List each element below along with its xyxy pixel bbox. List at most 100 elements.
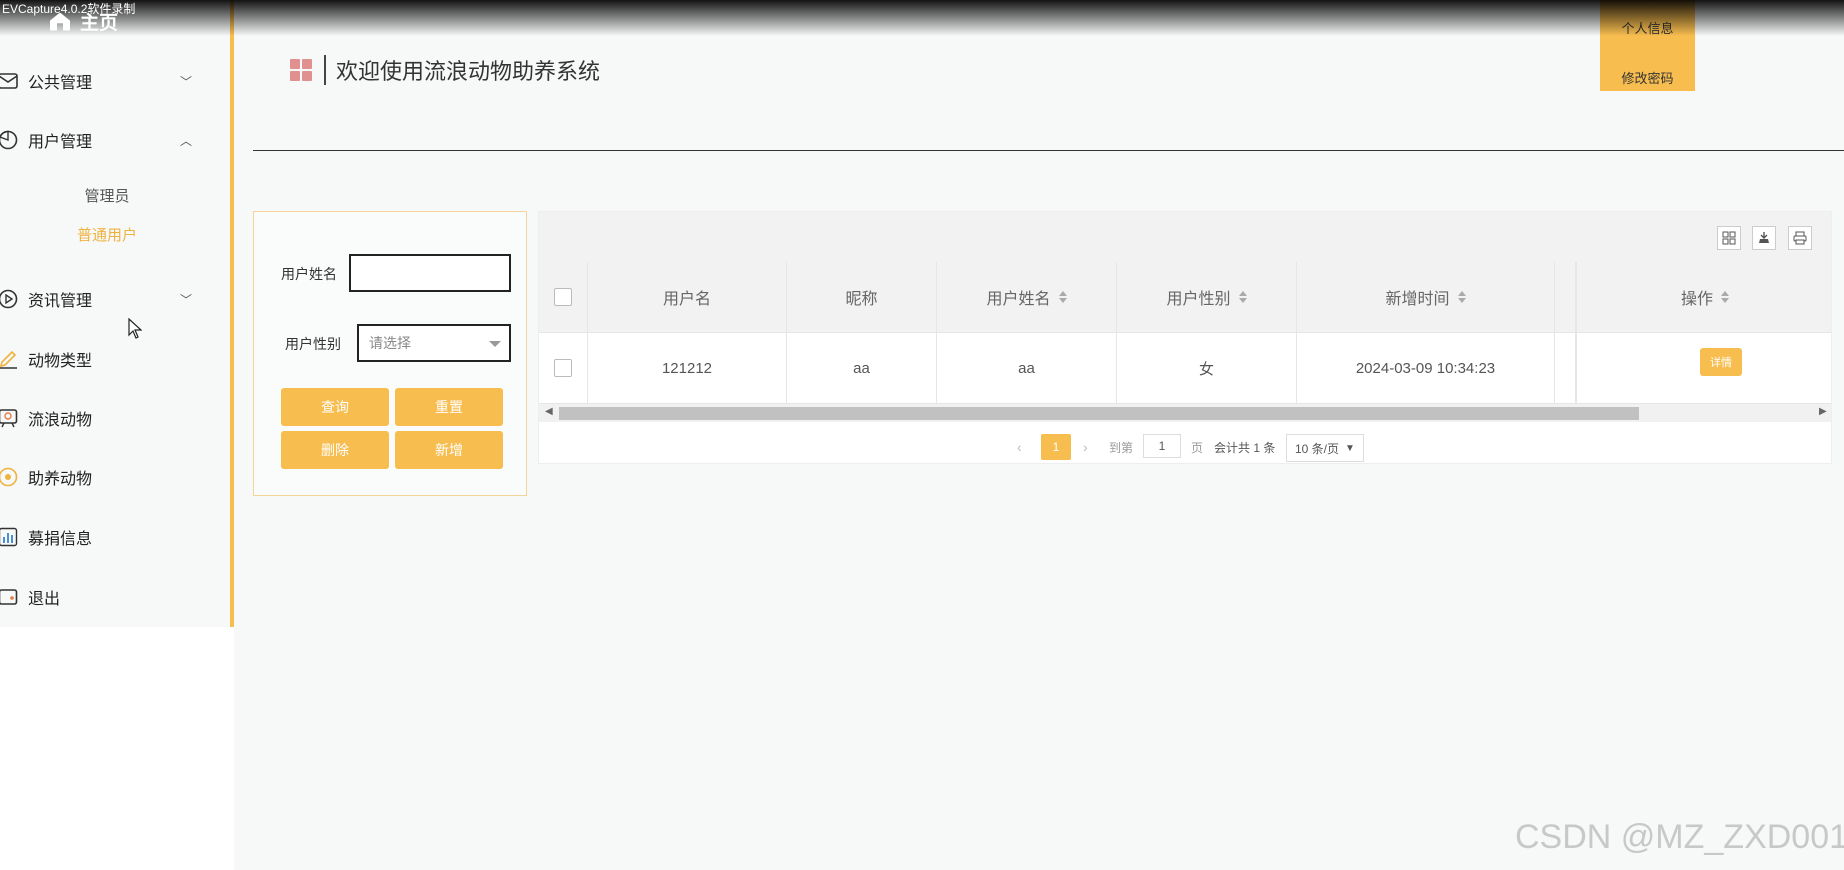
column-header-gender[interactable]: 用户性别 <box>1117 262 1297 332</box>
delete-button[interactable]: 删除 <box>281 431 389 469</box>
reset-button[interactable]: 重置 <box>395 388 503 426</box>
grid-icon <box>290 59 312 81</box>
sidebar-item-news[interactable]: 资讯管理 ﹀ <box>0 284 210 314</box>
query-button[interactable]: 查询 <box>281 388 389 426</box>
table-header-row: 用户名 昵称 用户姓名 用户性别 新增时间 操作 <box>539 262 1831 333</box>
header-divider <box>253 150 1844 151</box>
sidebar-item-label: 退出 <box>28 591 61 608</box>
row-checkbox[interactable] <box>554 359 572 377</box>
column-header-username: 用户名 <box>588 262 787 332</box>
recording-overlay <box>0 0 1844 36</box>
export-icon <box>1759 232 1769 243</box>
search-panel: 用户姓名 用户性别 请选择 查询 重置 删除 新增 <box>253 211 527 496</box>
scroll-thumb[interactable] <box>559 407 1639 420</box>
print-icon <box>1793 231 1807 245</box>
page-header: 欢迎使用流浪动物助养系统 <box>290 54 600 86</box>
total-count: 会计共 1 条 <box>1214 440 1276 455</box>
sort-icon <box>1058 291 1067 303</box>
table-row: 121212 aa aa 女 2024-03-09 10:34:23 详情 <box>539 333 1831 404</box>
detail-button[interactable]: 详情 <box>1700 348 1742 376</box>
row-select-cell <box>539 333 588 403</box>
add-button[interactable]: 新增 <box>395 431 503 469</box>
next-page-icon[interactable]: › <box>1083 434 1088 460</box>
pagination: ‹ 1 › 到第 1 页 会计共 1 条 10 条/页 ▼ <box>539 434 1831 462</box>
column-spacer <box>1555 262 1576 332</box>
sidebar-item-label: 流浪动物 <box>28 412 93 429</box>
sidebar-subitem-normal-user[interactable]: 普通用户 <box>0 224 214 245</box>
cell-nickname: aa <box>787 333 937 403</box>
sidebar-item-label: 助养动物 <box>28 471 93 488</box>
scroll-left-icon[interactable]: ◀ <box>545 406 553 417</box>
name-input[interactable] <box>349 254 511 292</box>
table-toolbar <box>539 212 1831 262</box>
page-title: 欢迎使用流浪动物助养系统 <box>336 59 601 84</box>
sidebar-item-home[interactable]: 主页 <box>50 8 118 35</box>
column-header-action[interactable]: 操作 <box>1576 262 1833 332</box>
cell-created: 2024-03-09 10:34:23 <box>1297 333 1555 403</box>
chevron-down-icon: ▼ <box>1345 442 1355 454</box>
menu-item-profile[interactable]: 个人信息 <box>1600 18 1695 37</box>
bar-chart-icon <box>0 527 18 547</box>
goto-page-input[interactable]: 1 <box>1143 434 1181 458</box>
prev-page-icon[interactable]: ‹ <box>1017 434 1022 460</box>
sidebar-subitem-admin[interactable]: 管理员 <box>0 185 214 206</box>
cell-username: 121212 <box>588 333 787 403</box>
gender-select[interactable]: 请选择 <box>357 324 511 362</box>
user-dropdown-menu: 个人信息 修改密码 <box>1600 0 1695 91</box>
chevron-down-icon: ﹀ <box>179 292 192 307</box>
sidebar-item-donation[interactable]: 募捐信息 <box>0 522 210 552</box>
page-unit-label: 页 <box>1191 440 1204 455</box>
cell-action: 详情 <box>1576 333 1833 403</box>
sun-icon <box>0 467 18 487</box>
sidebar-bottom-blank <box>0 627 234 870</box>
csdn-watermark: CSDN @MZ_ZXD001 <box>1515 818 1844 856</box>
pie-icon <box>0 130 18 150</box>
gender-label: 用户性别 <box>285 336 341 352</box>
name-label: 用户姓名 <box>281 266 337 282</box>
page-size-select[interactable]: 10 条/页 ▼ <box>1286 434 1364 462</box>
wallet-icon <box>0 587 18 607</box>
sidebar-item-label: 用户管理 <box>28 134 93 151</box>
data-table: 用户名 昵称 用户姓名 用户性别 新增时间 操作 121212 aa aa 女 … <box>538 211 1832 464</box>
chevron-down-icon: ﹀ <box>179 74 192 89</box>
columns-filter-button[interactable] <box>1717 226 1741 250</box>
sidebar-item-label: 公共管理 <box>28 75 93 92</box>
title-divider <box>324 55 326 85</box>
sidebar-item-adopt-animal[interactable]: 助养动物 <box>0 462 210 492</box>
menu-item-change-password[interactable]: 修改密码 <box>1600 68 1695 87</box>
export-button[interactable] <box>1752 226 1776 250</box>
sidebar-item-animal-type[interactable]: 动物类型 <box>0 344 210 374</box>
pencil-icon <box>0 349 18 369</box>
column-header-created[interactable]: 新增时间 <box>1297 262 1555 332</box>
cell-realname: aa <box>937 333 1117 403</box>
columns-icon <box>1722 231 1736 245</box>
sidebar-item-stray-animal[interactable]: 流浪动物 <box>0 403 210 433</box>
scroll-right-icon[interactable]: ▶ <box>1819 406 1827 417</box>
page-number-current[interactable]: 1 <box>1041 434 1071 460</box>
sidebar-item-label: 募捐信息 <box>28 531 93 548</box>
sidebar-item-label: 主页 <box>80 13 119 34</box>
goto-label: 到第 <box>1109 440 1134 455</box>
sort-icon <box>1721 291 1729 303</box>
sidebar-item-label: 资讯管理 <box>28 293 93 310</box>
cell-gender: 女 <box>1117 333 1297 403</box>
gender-select-placeholder: 请选择 <box>369 335 411 351</box>
column-header-realname[interactable]: 用户姓名 <box>937 262 1117 332</box>
sort-icon <box>1238 291 1247 303</box>
column-header-nickname: 昵称 <box>787 262 937 332</box>
cell-spacer <box>1555 333 1576 403</box>
select-all-cell <box>539 262 588 332</box>
sidebar-item-logout[interactable]: 退出 <box>0 582 210 612</box>
horizontal-scrollbar[interactable]: ◀ ▶ <box>539 404 1831 422</box>
dropdown-arrow-icon <box>489 341 501 347</box>
sidebar-item-users[interactable]: 用户管理 ︿ <box>0 125 210 155</box>
home-icon <box>50 12 70 31</box>
sidebar-item-label: 动物类型 <box>28 353 93 370</box>
envelope-icon <box>0 71 18 91</box>
sort-icon <box>1457 291 1466 303</box>
chevron-up-icon: ︿ <box>179 133 192 148</box>
sidebar-item-public[interactable]: 公共管理 ﹀ <box>0 66 210 96</box>
print-button[interactable] <box>1788 226 1812 250</box>
select-all-checkbox[interactable] <box>554 288 572 306</box>
badge-icon <box>0 408 18 428</box>
